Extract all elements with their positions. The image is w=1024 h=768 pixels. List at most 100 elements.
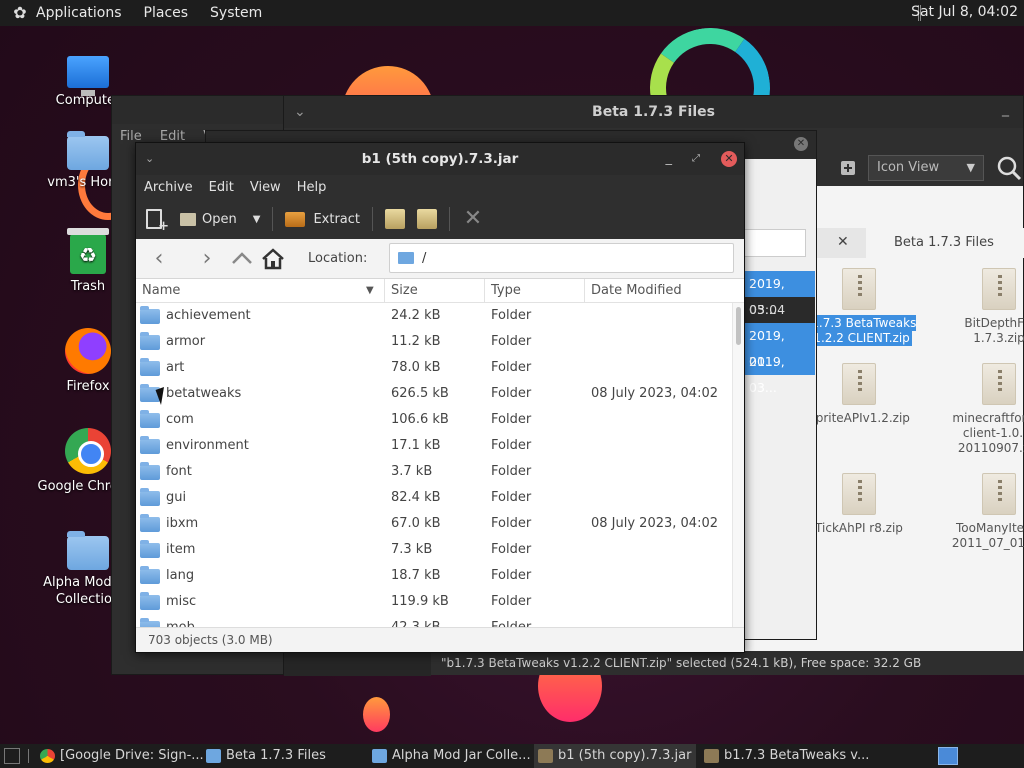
back-icon[interactable]: ‹ bbox=[144, 244, 174, 274]
gnome-foot-icon[interactable]: ✿ bbox=[10, 3, 30, 23]
cell-type: Folder bbox=[491, 360, 532, 375]
show-desktop-icon[interactable] bbox=[4, 748, 20, 764]
minimize-icon[interactable]: _ bbox=[666, 143, 673, 175]
new-archive-button[interactable] bbox=[146, 204, 169, 234]
tab-beta-files[interactable]: Beta 1.7.3 Files bbox=[866, 228, 1024, 258]
table-row[interactable]: achievement 24.2 kB Folder bbox=[136, 303, 744, 329]
cell-type: Folder bbox=[491, 568, 532, 583]
new-tab-icon[interactable] bbox=[840, 160, 856, 176]
window-titlebar[interactable]: ⌄ Beta 1.7.3 Files _ bbox=[284, 96, 1023, 128]
workspace-switcher[interactable] bbox=[938, 747, 958, 765]
taskbar-item-active[interactable]: b1 (5th copy).7.3.jar bbox=[534, 744, 696, 768]
cell-type: Folder bbox=[491, 464, 532, 479]
cell-name: gui bbox=[166, 490, 187, 505]
close-tab-icon[interactable]: ✕ bbox=[837, 234, 849, 250]
date-cell[interactable]: 05:04 bbox=[743, 297, 815, 323]
taskbar-item[interactable]: Beta 1.7.3 Files bbox=[202, 744, 362, 768]
view-mode-select[interactable]: Icon View ▼ bbox=[868, 155, 984, 181]
toolbar-separator bbox=[272, 207, 274, 231]
menu-help[interactable]: Help bbox=[297, 180, 327, 195]
table-row[interactable]: betatweaks 626.5 kB Folder 08 July 2023, 04… bbox=[136, 381, 744, 407]
window-titlebar[interactable]: ⌄ b1 (5th copy).7.3.jar _ ⤢ ✕ bbox=[136, 143, 744, 175]
search-icon[interactable] bbox=[994, 154, 1024, 182]
table-row[interactable]: gui 82.4 kB Folder bbox=[136, 485, 744, 511]
column-header-size[interactable]: Size bbox=[385, 279, 485, 303]
menu-edit[interactable]: Edit bbox=[209, 180, 234, 195]
list-header: Name ▼ Size Type Date Modified bbox=[136, 279, 744, 303]
view-mode-value: Icon View bbox=[877, 160, 940, 175]
places-menu[interactable]: Places bbox=[144, 5, 189, 21]
date-cell[interactable]: 2019, 03... bbox=[743, 349, 815, 395]
table-row[interactable]: lang 18.7 kB Folder bbox=[136, 563, 744, 589]
close-icon[interactable]: ✕ bbox=[794, 137, 808, 151]
column-header-type[interactable]: Type bbox=[485, 279, 585, 303]
table-row[interactable]: item 7.3 kB Folder bbox=[136, 537, 744, 563]
file-item[interactable]: BitDepthFix 1.7.3.zip bbox=[939, 268, 1024, 346]
cell-type: Folder bbox=[491, 594, 532, 609]
cell-size: 626.5 kB bbox=[391, 386, 449, 401]
extract-label: Extract bbox=[313, 211, 360, 227]
date-cell[interactable]: 2019, 01... bbox=[743, 323, 815, 369]
cell-name: lang bbox=[166, 568, 195, 583]
zip-file-icon bbox=[982, 473, 1016, 515]
close-icon[interactable]: ✕ bbox=[721, 151, 737, 167]
taskbar-item-label: Beta 1.7.3 Files bbox=[226, 748, 326, 763]
file-name: SpriteAPIv1.2.zip bbox=[808, 411, 910, 425]
add-folder-button[interactable] bbox=[417, 204, 437, 234]
stop-button[interactable]: ✕ bbox=[462, 204, 484, 234]
taskbar-item[interactable]: b1.7.3 BetaTweaks v... bbox=[700, 744, 870, 768]
up-icon[interactable] bbox=[230, 247, 254, 271]
scrollbar-thumb[interactable] bbox=[736, 307, 741, 345]
applications-menu[interactable]: Applications bbox=[36, 5, 122, 21]
cell-type: Folder bbox=[491, 334, 532, 349]
list-rows: achievement 24.2 kB Folder armor 11.2 kB Fold… bbox=[136, 303, 744, 627]
cell-type: Folder bbox=[491, 542, 532, 557]
cell-size: 18.7 kB bbox=[391, 568, 441, 583]
file-item[interactable]: SpriteAPIv1.2.zip bbox=[799, 363, 919, 426]
maximize-icon[interactable]: ⤢ bbox=[692, 143, 700, 175]
table-row[interactable]: com 106.6 kB Folder bbox=[136, 407, 744, 433]
file-list: Name ▼ Size Type Date Modified achieveme… bbox=[136, 279, 744, 627]
menu-view[interactable]: View bbox=[250, 180, 281, 195]
home-icon[interactable] bbox=[260, 246, 286, 272]
minimize-icon[interactable]: _ bbox=[1002, 93, 1009, 125]
table-row[interactable]: art 78.0 kB Folder bbox=[136, 355, 744, 381]
file-item[interactable]: TooManyItems 2011_07_01.zip bbox=[939, 473, 1024, 551]
archive-manager-window[interactable]: ⌄ b1 (5th copy).7.3.jar _ ⤢ ✕ Archive Ed… bbox=[135, 142, 745, 653]
window-menu-icon[interactable]: ⌄ bbox=[294, 96, 306, 128]
extract-button[interactable]: Extract bbox=[285, 204, 360, 234]
table-row[interactable]: mob 42.3 kB Folder bbox=[136, 615, 744, 627]
file-item[interactable]: b1.7.3 BetaTweaks v1.2.2 CLIENT.zip bbox=[799, 268, 919, 346]
trash-icon: ♻ bbox=[67, 228, 109, 274]
window-menu-icon[interactable]: ⌄ bbox=[145, 143, 154, 175]
vertical-scrollbar[interactable] bbox=[732, 303, 744, 627]
chevron-down-icon[interactable]: ▼ bbox=[253, 214, 261, 225]
system-menu[interactable]: System bbox=[210, 5, 262, 21]
column-header-date[interactable]: Date Modified bbox=[585, 279, 730, 303]
date-cell[interactable]: 2019, 03... bbox=[743, 271, 815, 317]
open-button[interactable]: Open ▼ bbox=[180, 204, 260, 234]
table-row[interactable]: environment 17.1 kB Folder bbox=[136, 433, 744, 459]
window-titlebar[interactable] bbox=[112, 96, 285, 124]
table-row[interactable]: misc 119.9 kB Folder bbox=[136, 589, 744, 615]
forward-icon[interactable]: › bbox=[192, 244, 222, 274]
cell-name: ibxm bbox=[166, 516, 199, 531]
location-input[interactable]: / bbox=[389, 243, 734, 273]
file-item[interactable]: minecraftforge-client-1.0.7-20110907.zip bbox=[939, 363, 1024, 456]
table-row[interactable]: ibxm 67.0 kB Folder 08 July 2023, 04:02 bbox=[136, 511, 744, 537]
table-row[interactable]: font 3.7 kB Folder bbox=[136, 459, 744, 485]
taskbar-item[interactable]: [Google Drive: Sign-... bbox=[36, 744, 228, 768]
location-label: Location: bbox=[308, 251, 368, 266]
taskbar-item-label: [Google Drive: Sign-... bbox=[60, 748, 204, 763]
file-item[interactable]: TickAhPI r8.zip bbox=[799, 473, 919, 536]
taskbar-item[interactable]: Alpha Mod Jar Colle... bbox=[368, 744, 532, 768]
column-header-name[interactable]: Name bbox=[136, 279, 385, 303]
extract-icon bbox=[285, 211, 306, 227]
clock[interactable]: Sat Jul 8, 04:02 bbox=[911, 4, 1018, 20]
add-files-button[interactable] bbox=[385, 204, 405, 234]
new-archive-icon bbox=[146, 209, 169, 234]
menu-archive[interactable]: Archive bbox=[144, 180, 193, 195]
table-row[interactable]: armor 11.2 kB Folder bbox=[136, 329, 744, 355]
chevron-down-icon: ▼ bbox=[966, 161, 975, 174]
panel-separator bbox=[28, 749, 30, 763]
